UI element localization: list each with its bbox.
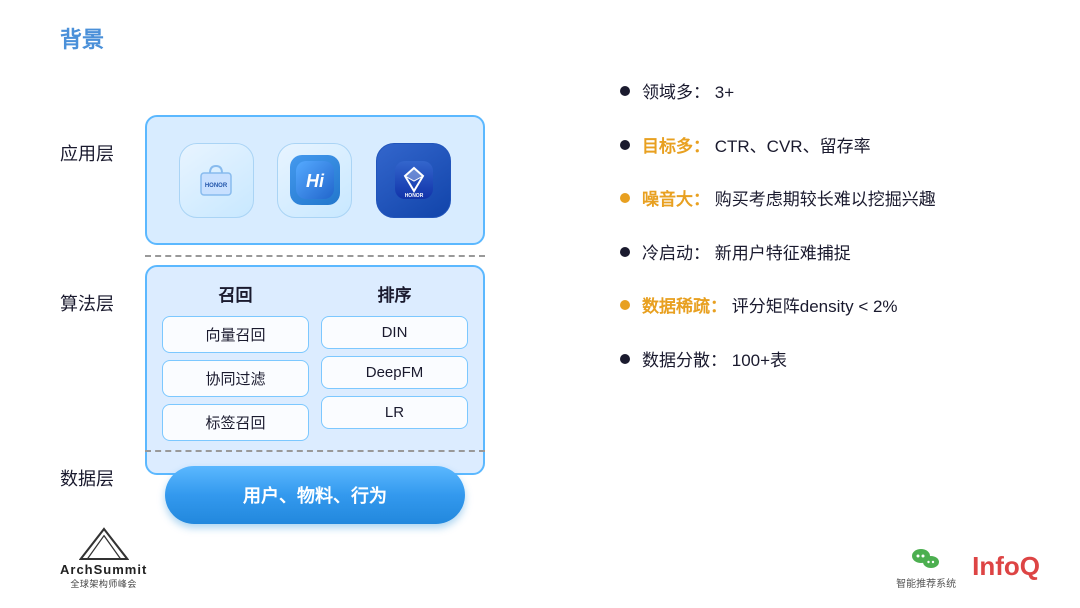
honor-diamond-icon: HONOR bbox=[376, 143, 451, 218]
bullet-noise: 噪音大： 购买考虑期较长难以挖掘兴趣 bbox=[620, 187, 1040, 213]
svg-text:Hi: Hi bbox=[306, 171, 325, 191]
hihonor-icon: Hi bbox=[277, 143, 352, 218]
bullet-domains: 领域多： 3+ bbox=[620, 80, 1040, 106]
archsummit-sub: 全球架构师峰会 bbox=[70, 577, 137, 590]
bullet-sparse: 数据稀疏： 评分矩阵density < 2% bbox=[620, 294, 1040, 320]
bullet-scattered: 数据分散： 100+表 bbox=[620, 348, 1040, 374]
bullet-targets: 目标多： CTR、CVR、留存率 bbox=[620, 134, 1040, 160]
recall-title: 召回 bbox=[219, 281, 253, 306]
wechat-icon bbox=[910, 543, 942, 575]
bottom-left: ArchSummit 全球架构师峰会 bbox=[60, 526, 147, 590]
bullet-text-2: 目标多： CTR、CVR、留存率 bbox=[642, 134, 871, 160]
dashed-divider-1 bbox=[145, 255, 485, 257]
bullet-dot-3 bbox=[620, 193, 630, 203]
layer-label-data: 数据层 bbox=[60, 465, 114, 491]
algo-layer-box: 召回 向量召回 协同过滤 标签召回 排序 DIN DeepFM LR bbox=[145, 265, 485, 475]
algo-item-deepfm: DeepFM bbox=[321, 356, 468, 389]
page-title: 背景 bbox=[60, 27, 104, 52]
bullet-dot-4 bbox=[620, 247, 630, 257]
bottom-right: 智能推荐系统 InfoQ bbox=[896, 543, 1040, 590]
bag-svg: HONOR bbox=[197, 161, 235, 199]
bullet-prefix-4: 冷启动： bbox=[642, 244, 710, 263]
app-layer-box: HONOR Hi bbox=[145, 115, 485, 245]
wechat-label: 智能推荐系统 bbox=[896, 575, 956, 590]
bullet-dot-1 bbox=[620, 86, 630, 96]
bullet-text-1: 领域多： 3+ bbox=[642, 80, 734, 106]
algo-item-vector-recall: 向量召回 bbox=[162, 316, 309, 353]
page: 背景 应用层 算法层 数据层 HONOR bbox=[0, 0, 1080, 608]
svg-text:HONOR: HONOR bbox=[205, 183, 228, 189]
honor-shop-icon: HONOR bbox=[179, 143, 254, 218]
bullet-text-5: 数据稀疏： 评分矩阵density < 2% bbox=[642, 294, 898, 320]
bullet-value-3: 购买考虑期较长难以挖掘兴趣 bbox=[715, 190, 936, 209]
bullet-coldstart: 冷启动： 新用户特征难捕捉 bbox=[620, 241, 1040, 267]
bullet-prefix-6: 数据分散： bbox=[642, 351, 727, 370]
data-layer-box: 用户、物料、行为 bbox=[145, 460, 485, 530]
bullet-value-2: CTR、CVR、留存率 bbox=[715, 137, 871, 156]
bullet-dot-6 bbox=[620, 354, 630, 364]
bullet-prefix-3: 噪音大： bbox=[642, 190, 710, 209]
infoq-brand: InfoQ bbox=[972, 551, 1040, 582]
bullet-value-1: 3+ bbox=[715, 83, 734, 102]
wechat-section: 智能推荐系统 bbox=[896, 543, 956, 590]
recall-column: 召回 向量召回 协同过滤 标签召回 bbox=[162, 277, 309, 463]
layer-label-algo: 算法层 bbox=[60, 290, 114, 316]
algo-item-tag-recall: 标签召回 bbox=[162, 404, 309, 441]
algo-columns: 召回 向量召回 协同过滤 标签召回 排序 DIN DeepFM LR bbox=[162, 277, 468, 463]
bullet-text-3: 噪音大： 购买考虑期较长难以挖掘兴趣 bbox=[642, 187, 936, 213]
bullet-text-4: 冷启动： 新用户特征难捕捉 bbox=[642, 241, 851, 267]
rank-title: 排序 bbox=[378, 281, 412, 306]
algo-item-din: DIN bbox=[321, 316, 468, 349]
algo-item-lr: LR bbox=[321, 396, 468, 429]
data-cylinder: 用户、物料、行为 bbox=[165, 466, 465, 524]
diagram-area: 应用层 算法层 数据层 HONOR bbox=[60, 60, 590, 520]
right-panel: 领域多： 3+ 目标多： CTR、CVR、留存率 噪音大： 购买考虑期较长难以挖… bbox=[620, 80, 1040, 401]
diamond-svg: HONOR bbox=[395, 161, 433, 199]
svg-text:HONOR: HONOR bbox=[404, 193, 423, 199]
hi-svg: Hi bbox=[296, 161, 334, 199]
bullet-prefix-5: 数据稀疏： bbox=[642, 297, 727, 316]
bullet-value-5: 评分矩阵density < 2% bbox=[732, 297, 898, 316]
archsummit-brand: ArchSummit bbox=[60, 562, 147, 577]
algo-item-collab-filter: 协同过滤 bbox=[162, 360, 309, 397]
bullet-dot-5 bbox=[620, 300, 630, 310]
bullet-prefix-1: 领域多： bbox=[642, 83, 710, 102]
archsummit-logo: ArchSummit 全球架构师峰会 bbox=[60, 526, 147, 590]
bullet-value-4: 新用户特征难捕捉 bbox=[715, 244, 851, 263]
layer-label-app: 应用层 bbox=[60, 140, 114, 166]
archsummit-svg bbox=[79, 526, 129, 562]
bullet-dot-2 bbox=[620, 140, 630, 150]
title-section: 背景 bbox=[60, 22, 104, 54]
rank-column: 排序 DIN DeepFM LR bbox=[321, 277, 468, 463]
dashed-divider-2 bbox=[145, 450, 485, 452]
hi-letter: Hi bbox=[290, 155, 340, 205]
bullet-prefix-2: 目标多： bbox=[642, 137, 710, 156]
bullet-value-6: 100+表 bbox=[732, 351, 787, 370]
infoq-logo: InfoQ bbox=[972, 551, 1040, 582]
bullet-text-6: 数据分散： 100+表 bbox=[642, 348, 787, 374]
